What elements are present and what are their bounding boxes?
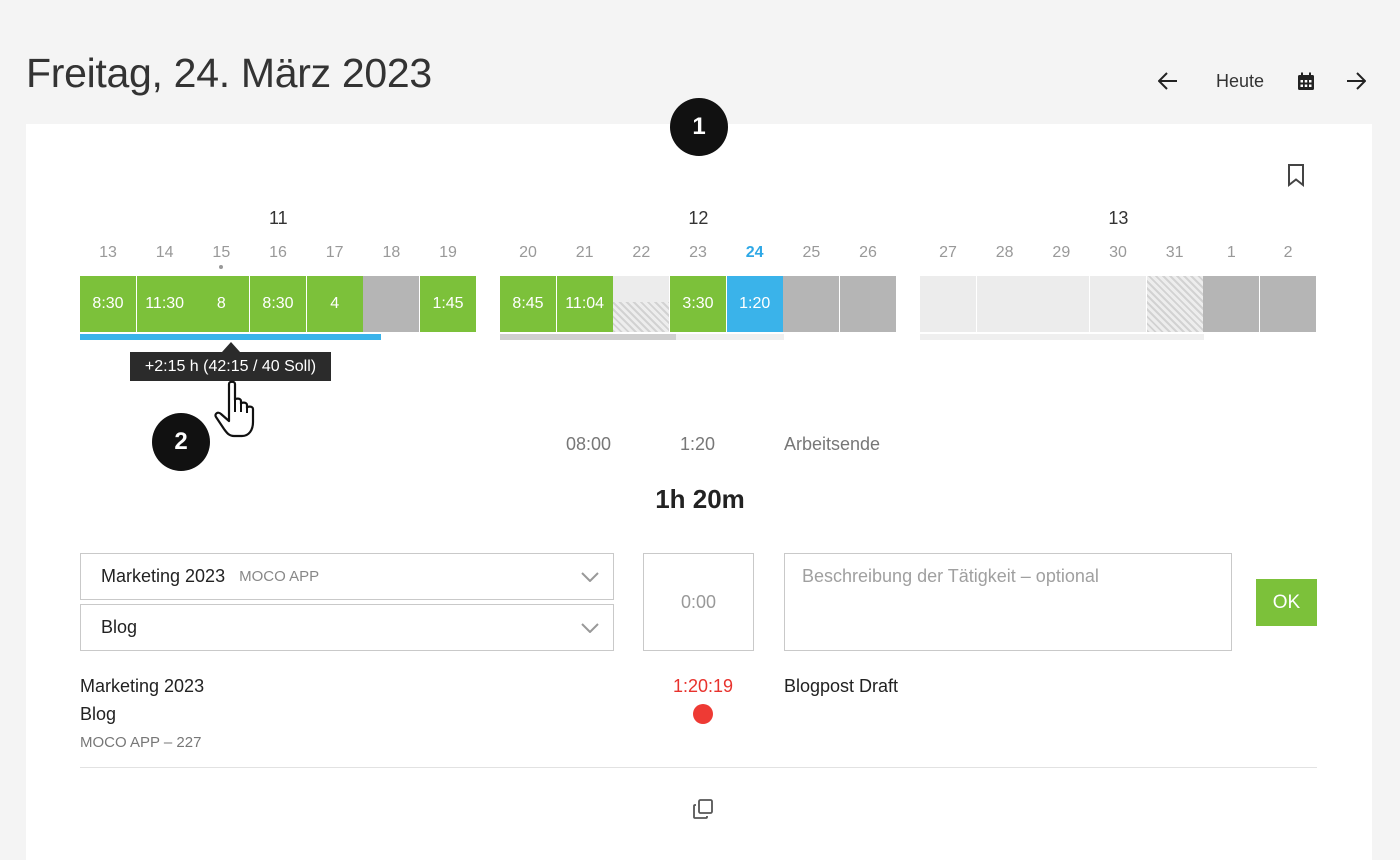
day-cell[interactable] <box>363 276 420 332</box>
task-select-value: Blog <box>101 617 138 637</box>
day-label[interactable]: 22 <box>613 244 669 262</box>
arrow-left-icon <box>1157 72 1177 90</box>
calendar-icon <box>1298 72 1314 90</box>
copy-button[interactable] <box>691 797 715 821</box>
day-cell[interactable] <box>976 276 1033 332</box>
day-label[interactable]: 13 <box>80 244 136 262</box>
day-cell[interactable] <box>783 276 840 332</box>
description-input[interactable]: Beschreibung der Tätigkeit – optional <box>784 553 1232 651</box>
week-progress-fill <box>500 334 677 340</box>
week-number: 11 <box>269 208 288 228</box>
entry-timer[interactable]: 1:20:19 <box>658 676 748 697</box>
day-label[interactable]: 2 <box>1260 244 1316 262</box>
chevron-down-icon <box>581 571 599 582</box>
tooltip-caret <box>222 342 240 352</box>
day-cell[interactable]: 4 <box>306 276 363 332</box>
day-cell[interactable]: 1:20 <box>726 276 783 332</box>
day-label[interactable]: 17 <box>307 244 363 262</box>
ok-button[interactable]: OK <box>1256 579 1317 626</box>
description-placeholder: Beschreibung der Tätigkeit – optional <box>802 566 1099 586</box>
hand-cursor-icon <box>208 380 264 442</box>
day-label[interactable]: 18 <box>363 244 419 262</box>
day-label[interactable]: 1 <box>1203 244 1259 262</box>
day-label[interactable]: 20 <box>500 244 556 262</box>
day-cell[interactable] <box>1146 276 1203 332</box>
week-progress-bar[interactable] <box>80 334 381 340</box>
entry-task: Blog <box>80 704 117 724</box>
step-badge-1: 1 <box>670 98 728 156</box>
work-end-label: Arbeitsende <box>784 434 881 454</box>
entry-description[interactable]: Blogpost Draft <box>784 676 898 697</box>
day-label[interactable]: 21 <box>557 244 613 262</box>
week-progress-bar[interactable] <box>500 334 784 340</box>
duration-placeholder: 0:00 <box>680 591 717 612</box>
day-cell[interactable] <box>1203 276 1260 332</box>
next-day-button[interactable] <box>1338 63 1374 99</box>
start-time: 08:00 <box>566 434 612 454</box>
today-button[interactable]: Heute <box>1216 71 1264 92</box>
day-label[interactable]: 15 <box>193 244 249 262</box>
week-progress-bar[interactable] <box>920 334 1204 340</box>
bookmark-button[interactable] <box>1284 162 1308 188</box>
day-label[interactable]: 28 <box>977 244 1033 262</box>
week-number: 13 <box>1108 208 1129 228</box>
divider <box>80 767 1317 768</box>
day-cell[interactable]: 1:45 <box>420 276 477 332</box>
week-number: 12 <box>688 208 709 228</box>
page-title: Freitag, 24. März 2023 <box>26 50 432 96</box>
entry-project: Marketing 2023 <box>80 676 205 696</box>
day-label[interactable]: 27 <box>920 244 976 262</box>
tracked-time: 1:20 <box>680 434 716 454</box>
week-progress-fill <box>80 334 381 340</box>
week-balance-tooltip: +2:15 h (42:15 / 40 Soll) <box>130 352 331 381</box>
day-label[interactable]: 23 <box>670 244 726 262</box>
project-select-customer: MOCO APP <box>239 568 320 585</box>
day-label[interactable]: 29 <box>1033 244 1089 262</box>
day-cell[interactable] <box>613 276 670 332</box>
task-select[interactable]: Blog <box>80 604 614 651</box>
bookmark-icon <box>1288 164 1304 188</box>
day-label[interactable]: 16 <box>250 244 306 262</box>
day-label[interactable]: 19 <box>420 244 476 262</box>
arrow-right-icon <box>1347 72 1366 90</box>
day-label[interactable]: 30 <box>1090 244 1146 262</box>
project-select[interactable]: Marketing 2023 MOCO APP <box>80 553 614 600</box>
day-total: 1h 20m <box>655 484 745 514</box>
day-cell[interactable]: 11:04 <box>556 276 613 332</box>
day-label[interactable]: 26 <box>840 244 896 262</box>
day-cell[interactable]: 8 <box>193 276 250 332</box>
day-cell[interactable] <box>1090 276 1146 332</box>
project-select-value: Marketing 2023 <box>101 566 226 586</box>
day-label[interactable]: 31 <box>1147 244 1203 262</box>
day-cell[interactable]: 8:30 <box>250 276 306 332</box>
day-label[interactable]: 24 <box>727 244 783 262</box>
day-cell[interactable] <box>1260 276 1317 332</box>
day-cell[interactable]: 8:45 <box>500 276 556 332</box>
step-badge-2: 2 <box>152 413 210 471</box>
chevron-down-icon <box>581 622 599 633</box>
day-label[interactable]: 14 <box>137 244 193 262</box>
recording-indicator[interactable] <box>693 704 713 724</box>
day-cell[interactable]: 11:30 <box>136 276 193 332</box>
day-cell[interactable] <box>920 276 976 332</box>
entry-meta: MOCO APP – 227 <box>80 734 202 751</box>
day-cell[interactable] <box>840 276 897 332</box>
previous-day-button[interactable] <box>1150 63 1186 99</box>
copy-icon <box>693 799 713 819</box>
day-cell[interactable]: 3:30 <box>670 276 726 332</box>
day-cell[interactable]: 8:30 <box>80 276 136 332</box>
duration-input[interactable]: 0:00 <box>643 553 754 651</box>
day-label[interactable]: 25 <box>783 244 839 262</box>
calendar-button[interactable] <box>1288 63 1324 99</box>
day-cell[interactable] <box>1033 276 1090 332</box>
date-navigation: Heute <box>1150 62 1374 100</box>
